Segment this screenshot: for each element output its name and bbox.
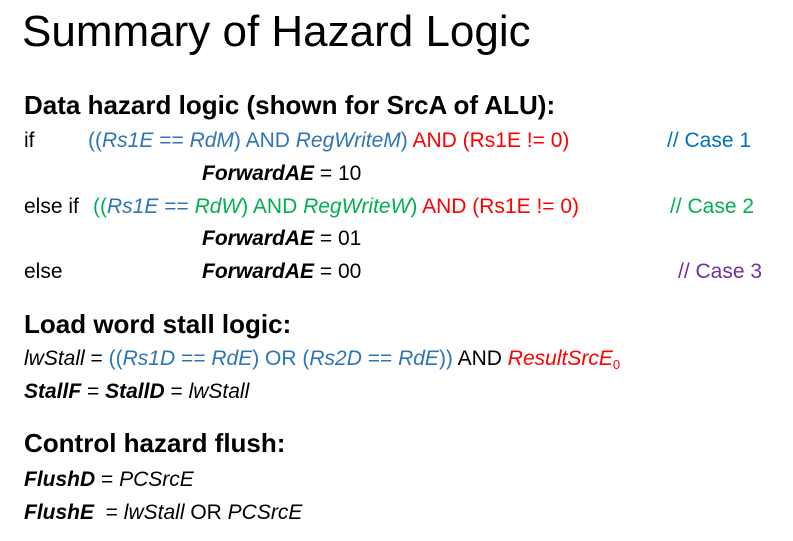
rs1e-nonzero-check: AND (Rs1E != 0) xyxy=(407,129,570,152)
forwardae-value: = 00 xyxy=(314,260,362,283)
case3-comment: // Case 3 xyxy=(678,260,763,283)
regwritew-signal: RegWriteW xyxy=(303,195,411,218)
equals-sign: = xyxy=(81,380,106,403)
equals-op: == xyxy=(153,129,190,152)
open-paren: (( xyxy=(93,195,107,218)
else-if-keyword: else if xyxy=(24,195,79,218)
equals-sign: = xyxy=(164,380,189,403)
flushd-equation: FlushD = PCSrcE xyxy=(24,467,194,493)
equals-op: == xyxy=(158,195,195,218)
forwardae-var: ForwardAE xyxy=(202,162,315,185)
lwstall-var: lwStall xyxy=(24,347,85,370)
forwardae-var: ForwardAE xyxy=(202,227,315,250)
lwstall-var: lwStall xyxy=(123,501,185,524)
rde-signal: RdE xyxy=(398,347,439,370)
rs1e-signal: Rs1E xyxy=(107,195,159,218)
flushe-equation: FlushE = lwStall OR PCSrcE xyxy=(24,500,302,526)
and-op: ) AND xyxy=(241,195,304,218)
stalld-var: StallD xyxy=(105,380,165,403)
close-paren: )) xyxy=(438,347,453,370)
pcsrce-signal: PCSrcE xyxy=(227,501,303,524)
case2-condition: ((Rs1E == RdW) AND RegWriteW) AND (Rs1E … xyxy=(93,194,579,220)
rde-signal: RdE xyxy=(211,347,253,370)
rs1e-nonzero-check: AND (Rs1E != 0) xyxy=(417,195,580,218)
and-op: AND xyxy=(452,347,508,370)
else-keyword: else xyxy=(24,260,63,283)
open-paren: (( xyxy=(88,129,102,152)
case2-assignment: ForwardAE = 01 xyxy=(202,226,361,252)
rdw-signal: RdW xyxy=(194,195,242,218)
equals-sign: = xyxy=(95,468,120,491)
if-keyword: if xyxy=(24,129,35,152)
rs1e-signal: Rs1E xyxy=(102,129,154,152)
case3-assignment: ForwardAE = 00 xyxy=(202,259,361,285)
case1-assignment: ForwardAE = 10 xyxy=(202,161,361,187)
slide-title: Summary of Hazard Logic xyxy=(22,7,531,56)
load-stall-heading: Load word stall logic: xyxy=(24,309,292,339)
lwstall-equation: lwStall = ((Rs1D == RdE) OR (Rs2D == RdE… xyxy=(24,346,620,378)
or-op: OR xyxy=(184,501,228,524)
pcsrce-signal: PCSrcE xyxy=(119,468,194,491)
equals-op: == xyxy=(175,347,212,370)
case2-comment: // Case 2 xyxy=(670,195,755,218)
open-paren: (( xyxy=(108,347,123,370)
equals-sign: = xyxy=(84,347,109,370)
lwstall-var: lwStall xyxy=(188,380,250,403)
resultsrce-signal: ResultSrcE xyxy=(507,347,613,370)
case1-comment: // Case 1 xyxy=(667,129,752,152)
or-op: ) OR ( xyxy=(252,347,310,370)
forwardae-var: ForwardAE xyxy=(202,260,315,283)
resultsrce-subscript: 0 xyxy=(612,357,621,372)
case1-condition: ((Rs1E == RdM) AND RegWriteM) AND (Rs1E … xyxy=(88,128,569,154)
data-hazard-heading: Data hazard logic (shown for SrcA of ALU… xyxy=(24,90,556,120)
flushd-var: FlushD xyxy=(24,468,96,491)
rdm-signal: RdM xyxy=(189,129,234,152)
equals-op: == xyxy=(361,347,399,370)
close-paren: ) xyxy=(400,129,408,152)
rs2d-signal: Rs2D xyxy=(309,347,362,370)
forwardae-value: = 10 xyxy=(314,162,362,185)
equals-sign: = xyxy=(94,501,124,524)
forwardae-value: = 01 xyxy=(314,227,362,250)
rs1d-signal: Rs1D xyxy=(122,347,176,370)
stall-equation: StallF = StallD = lwStall xyxy=(24,379,249,405)
flushe-var: FlushE xyxy=(24,501,95,524)
control-hazard-heading: Control hazard flush: xyxy=(24,428,286,458)
stallf-var: StallF xyxy=(24,380,82,403)
and-op: ) AND xyxy=(233,129,296,152)
regwritem-signal: RegWriteM xyxy=(295,129,401,152)
